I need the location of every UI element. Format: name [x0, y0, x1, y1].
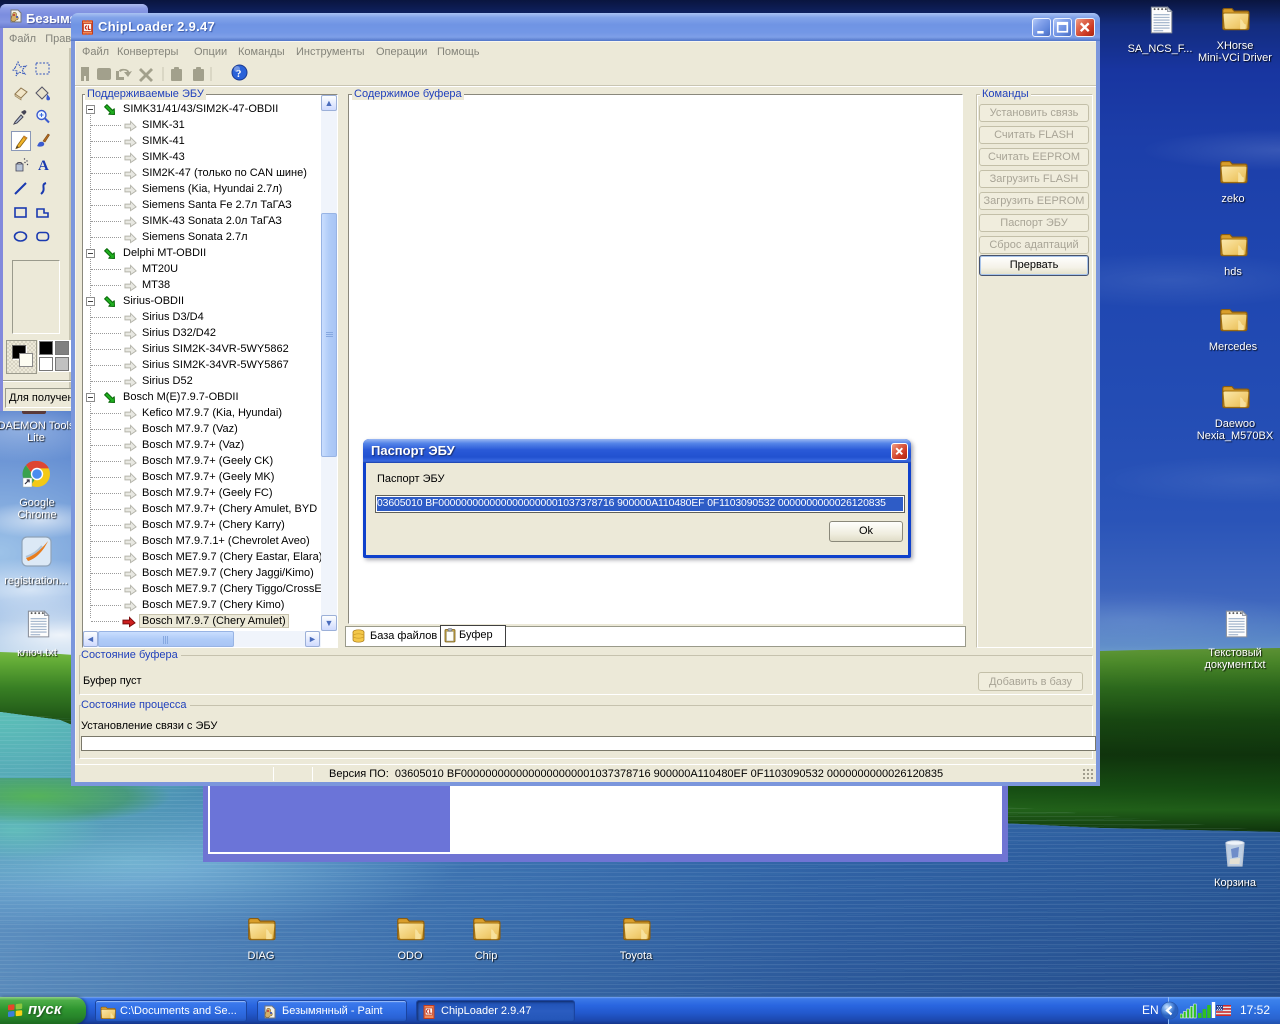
svg-text:A: A [38, 158, 49, 173]
svg-text:?: ? [236, 68, 242, 80]
